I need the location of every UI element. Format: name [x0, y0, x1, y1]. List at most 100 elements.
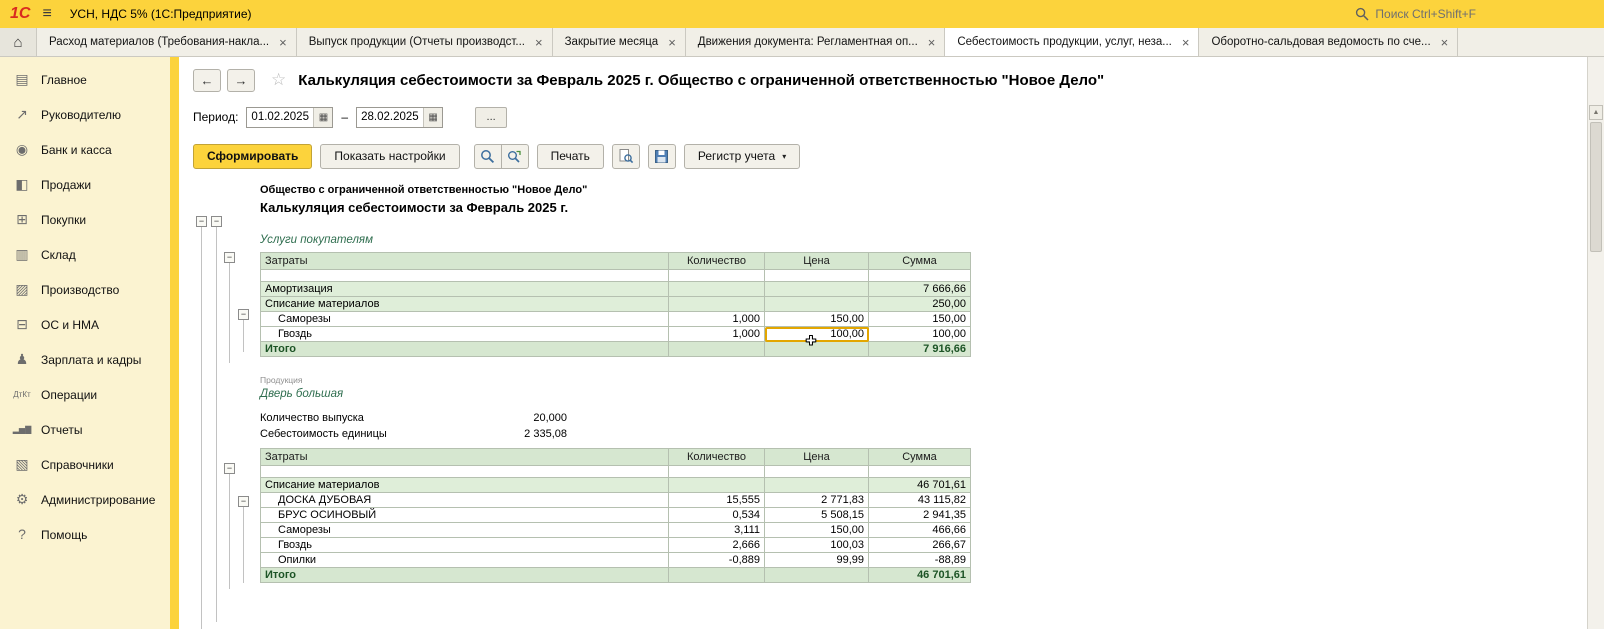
sidebar-item-spravochniki[interactable]: ▧ Справочники: [0, 447, 170, 482]
column-header-summa[interactable]: Сумма: [869, 449, 971, 466]
table-row[interactable]: Итого 46 701,61: [261, 568, 971, 583]
cell-label[interactable]: Итого: [261, 568, 669, 583]
preview-button[interactable]: [612, 144, 640, 169]
table-row[interactable]: Итого 7 916,66: [261, 342, 971, 357]
sidebar-item-bank-i-kassa[interactable]: ◉ Банк и касса: [0, 132, 170, 167]
table-row[interactable]: Списание материалов 250,00: [261, 297, 971, 312]
tab-close-icon[interactable]: ×: [535, 36, 543, 49]
show-settings-button[interactable]: Показать настройки: [320, 144, 459, 169]
cell-qty[interactable]: [669, 270, 765, 282]
global-search[interactable]: Поиск Ctrl+Shift+F: [1355, 7, 1594, 21]
tab-zakrytie-mesyaca[interactable]: Закрытие месяца ×: [553, 28, 686, 56]
home-tab[interactable]: ⌂: [0, 28, 37, 56]
tab-close-icon[interactable]: ×: [668, 36, 676, 49]
cell-qty[interactable]: 1,000: [669, 327, 765, 342]
sidebar-item-glavnoe[interactable]: ▤ Главное: [0, 62, 170, 97]
tab-sebestoimost[interactable]: Себестоимость продукции, услуг, неза... …: [945, 28, 1199, 56]
find-button[interactable]: [474, 144, 502, 169]
cell-label[interactable]: ДОСКА ДУБОВАЯ: [261, 493, 669, 508]
print-button[interactable]: Печать: [537, 144, 604, 169]
sidebar-item-sklad[interactable]: ▥ Склад: [0, 237, 170, 272]
cell-label[interactable]: Амортизация: [261, 282, 669, 297]
cell-qty[interactable]: 2,666: [669, 538, 765, 553]
table-row[interactable]: Гвоздь 1,000 100,00 100,00: [261, 327, 971, 342]
table-row[interactable]: Списание материалов 46 701,61: [261, 478, 971, 493]
cell-price[interactable]: 150,00: [765, 312, 869, 327]
cell-label[interactable]: Гвоздь: [261, 327, 669, 342]
period-from-input[interactable]: [247, 108, 313, 127]
sidebar-item-proizvodstvo[interactable]: ▨ Производство: [0, 272, 170, 307]
sidebar-item-os-i-nma[interactable]: ⊟ ОС и НМА: [0, 307, 170, 342]
cell-price[interactable]: 2 771,83: [765, 493, 869, 508]
cell-sum[interactable]: [869, 270, 971, 282]
cell-label[interactable]: Саморезы: [261, 523, 669, 538]
cell-qty[interactable]: -0,889: [669, 553, 765, 568]
sidebar-item-pomosch[interactable]: ? Помощь: [0, 517, 170, 552]
collapse-button[interactable]: −: [196, 216, 207, 227]
cell-price[interactable]: [765, 568, 869, 583]
cell-qty[interactable]: [669, 297, 765, 312]
cell-sum[interactable]: 250,00: [869, 297, 971, 312]
cell-qty[interactable]: [669, 466, 765, 478]
tab-dvizheniya-dokumenta[interactable]: Движения документа: Регламентная оп... ×: [686, 28, 946, 56]
cell-sum[interactable]: 2 941,35: [869, 508, 971, 523]
cell-price[interactable]: [765, 466, 869, 478]
calendar-icon[interactable]: ▦: [423, 108, 442, 127]
find-refresh-button[interactable]: [501, 144, 529, 169]
table-row[interactable]: Опилки -0,889 99,99 -88,89: [261, 553, 971, 568]
scroll-up-button[interactable]: ▲: [1589, 105, 1603, 120]
table-row[interactable]: [261, 270, 971, 282]
cell-price[interactable]: [765, 342, 869, 357]
tab-close-icon[interactable]: ×: [928, 36, 936, 49]
cell-price[interactable]: [765, 282, 869, 297]
table-row[interactable]: Саморезы 1,000 150,00 150,00: [261, 312, 971, 327]
table-row[interactable]: Саморезы 3,111 150,00 466,66: [261, 523, 971, 538]
collapse-button[interactable]: −: [224, 463, 235, 474]
save-button[interactable]: [648, 144, 676, 169]
cell-label[interactable]: Гвоздь: [261, 538, 669, 553]
cell-sum[interactable]: 466,66: [869, 523, 971, 538]
generate-button[interactable]: Сформировать: [193, 144, 312, 169]
cell-qty[interactable]: [669, 568, 765, 583]
column-header-zatraty[interactable]: Затраты: [261, 449, 669, 466]
cell-label[interactable]: Опилки: [261, 553, 669, 568]
cell-qty[interactable]: 3,111: [669, 523, 765, 538]
back-button[interactable]: ←: [193, 69, 221, 92]
cell-sum[interactable]: 150,00: [869, 312, 971, 327]
column-header-zatraty[interactable]: Затраты: [261, 253, 669, 270]
table-row[interactable]: БРУС ОСИНОВЫЙ 0,534 5 508,15 2 941,35: [261, 508, 971, 523]
collapse-button[interactable]: −: [238, 309, 249, 320]
calendar-icon[interactable]: ▦: [313, 108, 332, 127]
tab-close-icon[interactable]: ×: [1182, 36, 1190, 49]
cell-sum[interactable]: 43 115,82: [869, 493, 971, 508]
cell-price[interactable]: 99,99: [765, 553, 869, 568]
sidebar-item-administrirovanie[interactable]: ⚙ Администрирование: [0, 482, 170, 517]
cell-qty[interactable]: [669, 342, 765, 357]
collapse-button[interactable]: −: [238, 496, 249, 507]
tab-close-icon[interactable]: ×: [1441, 36, 1449, 49]
cell-label[interactable]: Списание материалов: [261, 478, 669, 493]
cell-sum[interactable]: 46 701,61: [869, 568, 971, 583]
cell-qty[interactable]: 1,000: [669, 312, 765, 327]
tab-rashod-materialov[interactable]: Расход материалов (Требования-накла... ×: [37, 28, 297, 56]
tab-close-icon[interactable]: ×: [279, 36, 287, 49]
cell-label[interactable]: Итого: [261, 342, 669, 357]
sidebar-item-prodazhi[interactable]: ◧ Продажи: [0, 167, 170, 202]
cell-sum[interactable]: 100,00: [869, 327, 971, 342]
cell-sum[interactable]: [869, 466, 971, 478]
vertical-scrollbar[interactable]: ▲: [1587, 57, 1604, 629]
cell-sum[interactable]: 7 916,66: [869, 342, 971, 357]
cell-price[interactable]: 100,00: [765, 327, 869, 342]
cell-price[interactable]: 150,00: [765, 523, 869, 538]
table-row[interactable]: Гвоздь 2,666 100,03 266,67: [261, 538, 971, 553]
sidebar-item-zarplata-i-kadry[interactable]: ♟ Зарплата и кадры: [0, 342, 170, 377]
sidebar-splitter[interactable]: [170, 57, 179, 629]
cell-label[interactable]: БРУС ОСИНОВЫЙ: [261, 508, 669, 523]
main-menu-icon[interactable]: ≡: [42, 6, 51, 22]
cell-sum[interactable]: 46 701,61: [869, 478, 971, 493]
column-header-kolichestvo[interactable]: Количество: [669, 449, 765, 466]
tab-oborotno-saldovaya[interactable]: Оборотно-сальдовая ведомость по сче... ×: [1199, 28, 1458, 56]
scrollbar-thumb[interactable]: [1590, 122, 1602, 252]
cell-sum[interactable]: -88,89: [869, 553, 971, 568]
sidebar-item-otchety[interactable]: ▂▅▇ Отчеты: [0, 412, 170, 447]
